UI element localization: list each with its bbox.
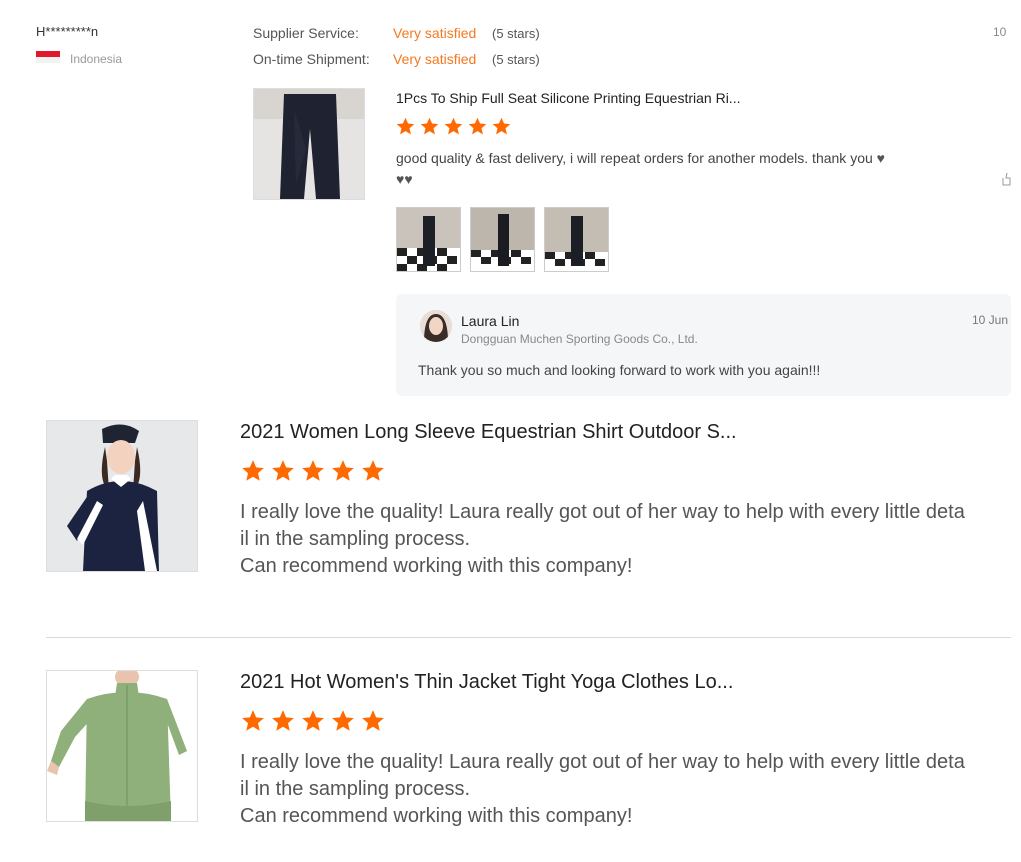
supplier-service-value: Very satisfied [393,25,477,41]
heart-icon: ♥ [876,150,885,166]
star-icon [468,117,487,135]
on-time-shipment-value: Very satisfied [393,51,477,67]
review-text-line: Can recommend working with this company! [240,805,633,827]
product-title[interactable]: 1Pcs To Ship Full Seat Silicone Printing… [396,90,740,106]
star-icon [396,117,415,135]
supplier-service-stars: (5 stars) [492,26,540,41]
star-icon [332,460,354,481]
avatar [420,310,452,342]
star-icon [362,710,384,731]
star-icon [362,460,384,481]
star-icon [332,710,354,731]
rating-stars [240,458,386,484]
review-photo[interactable] [396,207,461,272]
product-thumbnail[interactable] [253,88,365,200]
review-text-line: il in the sampling process. [240,528,471,550]
indonesia-flag-icon [36,51,60,63]
product-title[interactable]: 2021 Women Long Sleeve Equestrian Shirt … [240,421,737,444]
review-photos [396,207,609,272]
star-icon [420,117,439,135]
reply-author-name: Laura Lin [461,313,520,329]
review-photo[interactable] [544,207,609,272]
star-icon [444,117,463,135]
review-date: 10 [993,25,1007,39]
review-text-line: good quality & fast delivery, i will rep… [396,150,877,166]
review-text: I really love the quality! Laura really … [240,499,1000,580]
product-thumbnail[interactable] [46,670,198,822]
divider [46,637,1011,638]
rating-stars [240,708,386,734]
review-text: good quality & fast delivery, i will rep… [396,148,936,190]
supplier-service-label: Supplier Service: [253,25,359,41]
star-icon [242,460,264,481]
star-icon [302,460,324,481]
star-icon [302,710,324,731]
reviewer-name: H*********n [36,24,99,39]
review-text: I really love the quality! Laura really … [240,749,1000,830]
reviewer-country: Indonesia [70,52,123,66]
review-text-line: I really love the quality! Laura really … [240,501,965,523]
rating-stars [395,116,512,137]
star-icon [272,710,294,731]
product-thumbnail[interactable] [46,420,198,572]
on-time-shipment-label: On-time Shipment: [253,51,370,67]
star-icon [492,117,511,135]
product-title[interactable]: 2021 Hot Women's Thin Jacket Tight Yoga … [240,671,733,694]
reply-text: Thank you so much and looking forward to… [418,362,821,378]
review-text-line: I really love the quality! Laura really … [240,751,965,773]
review-photo[interactable] [470,207,535,272]
review-text-line: il in the sampling process. [240,778,471,800]
review-text-line: Can recommend working with this company! [240,555,633,577]
star-icon [242,710,264,731]
reply-date: 10 Jun [972,313,1009,327]
star-icon [272,460,294,481]
reply-company: Dongguan Muchen Sporting Goods Co., Ltd. [461,332,698,346]
thumbs-up-icon[interactable] [1001,172,1011,186]
on-time-shipment-stars: (5 stars) [492,52,540,67]
heart-icon: ♥♥ [396,171,413,187]
